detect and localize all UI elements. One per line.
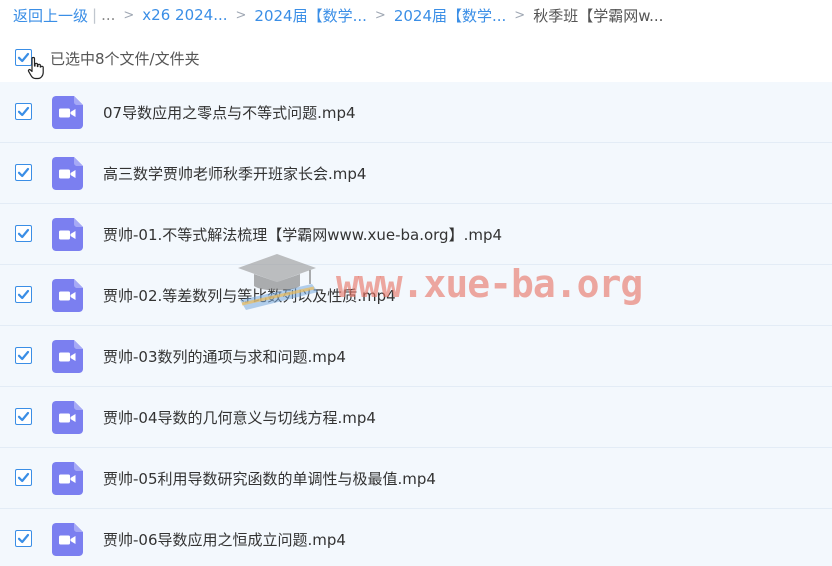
breadcrumb-divider: | <box>92 6 98 24</box>
file-name[interactable]: 07导数应用之零点与不等式问题.mp4 <box>103 102 356 123</box>
breadcrumb: 返回上一级 | ... > x26 2024... > 2024届【数学... … <box>13 4 663 26</box>
file-name[interactable]: 贾帅-04导数的几何意义与切线方程.mp4 <box>103 407 376 428</box>
chevron-right-icon: > <box>374 7 386 23</box>
file-checkbox[interactable] <box>15 164 32 181</box>
selection-bar: 已选中8个文件/文件夹 <box>0 40 832 80</box>
breadcrumb-item[interactable]: 2024届【数学... <box>394 5 506 26</box>
check-icon <box>17 350 30 361</box>
file-browser: 返回上一级 | ... > x26 2024... > 2024届【数学... … <box>0 0 832 566</box>
file-row[interactable]: 高三数学贾帅老师秋季开班家长会.mp4 <box>0 143 832 204</box>
breadcrumb-current: 秋季班【学霸网w... <box>533 6 664 25</box>
file-row[interactable]: 贾帅-01.不等式解法梳理【学霸网www.xue-ba.org】.mp4 <box>0 204 832 265</box>
video-file-icon <box>52 96 83 129</box>
file-row[interactable]: 贾帅-03数列的通项与求和问题.mp4 <box>0 326 832 387</box>
hand-pointer-icon <box>27 56 44 80</box>
file-checkbox[interactable] <box>15 469 32 486</box>
file-list: 07导数应用之零点与不等式问题.mp4 高三数学贾帅老师秋季开班家长会.mp4 <box>0 82 832 566</box>
selection-count: 已选中8个文件/文件夹 <box>50 50 200 68</box>
file-checkbox[interactable] <box>15 408 32 425</box>
file-row[interactable]: 07导数应用之零点与不等式问题.mp4 <box>0 82 832 143</box>
video-file-icon <box>52 340 83 373</box>
file-checkbox[interactable] <box>15 225 32 242</box>
check-icon <box>17 289 30 300</box>
check-icon <box>17 167 30 178</box>
chevron-right-icon: > <box>514 7 526 23</box>
file-name[interactable]: 贾帅-01.不等式解法梳理【学霸网www.xue-ba.org】.mp4 <box>103 224 502 245</box>
check-icon <box>17 228 30 239</box>
file-row[interactable]: 贾帅-04导数的几何意义与切线方程.mp4 <box>0 387 832 448</box>
file-checkbox[interactable] <box>15 530 32 547</box>
video-file-icon <box>52 523 83 556</box>
check-icon <box>17 106 30 117</box>
breadcrumb-item[interactable]: x26 2024... <box>142 6 227 24</box>
file-name[interactable]: 高三数学贾帅老师秋季开班家长会.mp4 <box>103 163 366 184</box>
video-file-icon <box>52 218 83 251</box>
video-file-icon <box>52 401 83 434</box>
file-row[interactable]: 贾帅-05利用导数研究函数的单调性与极最值.mp4 <box>0 448 832 509</box>
breadcrumb-ellipsis[interactable]: ... <box>101 6 115 24</box>
file-checkbox[interactable] <box>15 286 32 303</box>
check-icon <box>17 411 30 422</box>
file-name[interactable]: 贾帅-06导数应用之恒成立问题.mp4 <box>103 529 346 550</box>
file-checkbox[interactable] <box>15 103 32 120</box>
file-row[interactable]: 贾帅-06导数应用之恒成立问题.mp4 <box>0 509 832 566</box>
file-name[interactable]: 贾帅-02.等差数列与等比数列以及性质.mp4 <box>103 285 396 306</box>
check-icon <box>17 472 30 483</box>
file-checkbox[interactable] <box>15 347 32 364</box>
file-row[interactable]: 贾帅-02.等差数列与等比数列以及性质.mp4 <box>0 265 832 326</box>
chevron-right-icon: > <box>235 7 247 23</box>
video-file-icon <box>52 279 83 312</box>
video-file-icon <box>52 157 83 190</box>
breadcrumb-item[interactable]: 2024届【数学... <box>254 5 366 26</box>
check-icon <box>17 533 30 544</box>
file-name[interactable]: 贾帅-05利用导数研究函数的单调性与极最值.mp4 <box>103 468 436 489</box>
back-link[interactable]: 返回上一级 <box>13 5 88 26</box>
video-file-icon <box>52 462 83 495</box>
file-name[interactable]: 贾帅-03数列的通项与求和问题.mp4 <box>103 346 346 367</box>
chevron-right-icon: > <box>123 7 135 23</box>
